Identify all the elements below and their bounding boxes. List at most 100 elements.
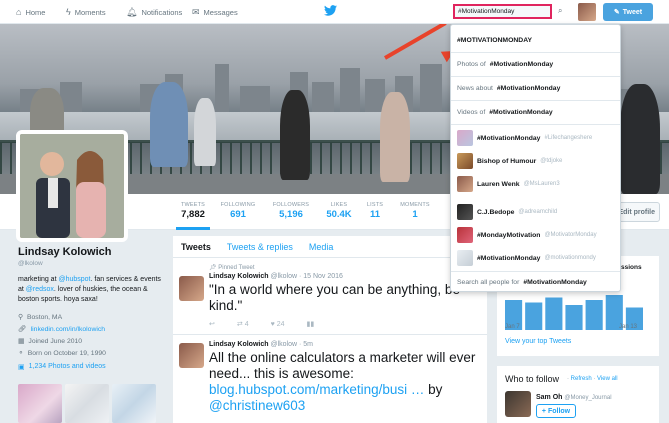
stat-label: Following <box>220 202 256 208</box>
stat-moments[interactable]: Moments 1 <box>396 202 434 220</box>
photos-videos-link[interactable]: ▣ 1,234 Photos and videos <box>18 363 163 371</box>
analytics-icon[interactable]: ▮▮ <box>307 320 315 328</box>
who-to-follow-title: Who to follow <box>505 374 560 384</box>
suggested-user-handle: @Money_Journal <box>564 395 612 401</box>
stat-tweets[interactable]: Tweets 7,882 <box>176 202 210 230</box>
follow-button[interactable]: + Follow <box>536 404 576 418</box>
account-suggestion[interactable]: C.J.Bedope @adreamchild <box>451 203 620 221</box>
tweet-body: All the online calculators a marketer wi… <box>209 350 476 381</box>
pinned-tweet[interactable]: 📌︎ Pinned Tweet Lindsay Kolowich @lkolow… <box>173 258 487 335</box>
photos-query: #MotivationMonday <box>489 60 554 68</box>
tweet-author[interactable]: Lindsay Kolowich <box>209 273 269 280</box>
search-all-prefix: Search all people for <box>457 278 520 286</box>
tweet-text: "In a world where you can be anything, b… <box>209 282 460 313</box>
search-videos-of[interactable]: Videos of #MotivationMonday <box>451 105 620 119</box>
retweet-button[interactable]: ⇄ 4 <box>237 320 249 328</box>
impressions-bar[interactable] <box>545 297 563 331</box>
query-heading: #MOTIVATIONMONDAY <box>457 36 533 44</box>
account-suggestion[interactable]: #MotivationMonday @motivationmondy <box>451 249 620 267</box>
location-text: Boston, MA <box>26 313 63 321</box>
nav-moments[interactable]: ϟ Moments <box>66 0 106 24</box>
suggested-user-avatar[interactable] <box>505 391 531 417</box>
website-link[interactable]: linkedin.com/in/lkolowich <box>31 326 105 333</box>
search-all-people[interactable]: Search all people for #MotivationMonday <box>451 275 620 289</box>
media-thumbnail[interactable] <box>112 384 156 423</box>
nav-moments-label: Moments <box>74 7 106 17</box>
profile-bio: marketing at @hubspot. fan services & ev… <box>18 275 163 305</box>
nav-home[interactable]: ⌂ Home <box>16 0 45 24</box>
account-handle: @motivationmondy <box>544 255 596 261</box>
stat-lists[interactable]: Lists 11 <box>362 202 388 220</box>
tab-media[interactable]: Media <box>309 242 334 252</box>
tweet-meta: @lkolow · 15 Nov 2016 <box>270 273 343 280</box>
bio-mention-redsox[interactable]: @redsox <box>26 286 54 293</box>
profile-avatar[interactable] <box>16 130 128 242</box>
stat-value: 11 <box>369 209 381 220</box>
search-suggestion-query[interactable]: #MOTIVATIONMONDAY <box>451 33 620 47</box>
search-news-about[interactable]: News about #MotivationMonday <box>451 81 620 95</box>
account-suggestion[interactable]: #MondayMotivation @MotivatorMonday <box>451 226 620 244</box>
like-button[interactable]: ♥ 24 <box>271 321 285 328</box>
impressions-bar[interactable] <box>565 305 583 330</box>
tweet-body: by <box>424 382 443 397</box>
search-suggestions-dropdown: #MOTIVATIONMONDAY Photos of #MotivationM… <box>450 24 621 292</box>
runner-figure <box>150 82 188 167</box>
quill-icon: ✎ <box>613 9 620 16</box>
runner-figure <box>280 90 310 180</box>
heart-icon: ♥ <box>270 320 275 328</box>
photos-prefix: Photos of <box>457 60 486 68</box>
videos-prefix: Videos of <box>457 108 486 116</box>
hashtag-suggestion[interactable]: #MotivationMonday #Lifechangeshere <box>451 129 620 147</box>
top-tweets-link[interactable]: View your top Tweets <box>505 338 571 345</box>
nav-notifications-label: Notifications <box>141 7 183 17</box>
divider <box>451 271 620 272</box>
tweet[interactable]: Lindsay Kolowich @lkolow · 5m All the on… <box>173 335 487 420</box>
runner-figure <box>380 92 410 182</box>
tweet-mention[interactable]: @christinew603 <box>209 398 305 413</box>
search-icon[interactable]: ⌕ <box>558 6 562 16</box>
suggested-user[interactable]: Sam Oh @Money_Journal <box>536 394 612 401</box>
tweet-avatar[interactable] <box>179 276 204 301</box>
media-thumbnail[interactable] <box>18 384 62 423</box>
tweet-link[interactable]: blog.hubspot.com/marketing/busi … <box>209 382 424 397</box>
search-photos-of[interactable]: Photos of #MotivationMonday <box>451 57 620 71</box>
joined-text: Joined June 2010 <box>28 337 83 345</box>
divider <box>451 52 620 53</box>
stat-following[interactable]: Following 691 <box>218 202 258 220</box>
nav-messages[interactable]: ✉ Messages <box>192 0 238 24</box>
impressions-bar[interactable] <box>525 302 543 331</box>
account-avatar[interactable] <box>578 3 596 21</box>
tab-tweets[interactable]: Tweets <box>181 242 211 252</box>
account-handle: @MsLauren3 <box>523 181 560 187</box>
tweet-author[interactable]: Lindsay Kolowich <box>209 341 269 348</box>
media-thumbnail[interactable] <box>65 384 109 423</box>
search-input[interactable]: #MotivationMonday <box>453 4 552 19</box>
impressions-bar[interactable] <box>585 300 603 330</box>
stat-label: Lists <box>366 202 384 208</box>
account-suggestion[interactable]: Lauren Wenk @MsLauren3 <box>451 175 620 193</box>
camera-icon: ▣ <box>18 364 25 371</box>
divider <box>451 76 620 77</box>
tweet-avatar[interactable] <box>179 343 204 368</box>
location-row: ⚲ Boston, MA <box>18 313 163 322</box>
tweet-header: Lindsay Kolowich @lkolow · 15 Nov 2016 <box>209 273 479 280</box>
tweet-header: Lindsay Kolowich @lkolow · 5m <box>209 341 479 348</box>
stat-value: 5,196 <box>279 209 303 220</box>
nav-home-label: Home <box>25 7 46 17</box>
divider <box>451 124 620 125</box>
view-all-link[interactable]: View all <box>597 376 618 382</box>
profile-handle: @lkolow <box>18 260 43 267</box>
bio-mention-hubspot[interactable]: @hubspot <box>58 276 90 283</box>
refresh-link[interactable]: Refresh <box>571 376 592 382</box>
twitter-bird-icon[interactable] <box>324 4 337 19</box>
account-suggestion[interactable]: Bishop of Humour @tdjoke <box>451 152 620 170</box>
compose-tweet-button[interactable]: ✎ Tweet <box>603 3 653 21</box>
tweet-timeline: Tweets Tweets & replies Media 📌︎ Pinned … <box>173 236 487 423</box>
stat-likes[interactable]: Likes 50.4K <box>322 202 356 220</box>
reply-icon[interactable]: ↩ <box>209 320 215 328</box>
pinned-label: 📌︎ Pinned Tweet <box>209 264 479 271</box>
tab-tweets-replies[interactable]: Tweets & replies <box>227 242 293 252</box>
divider <box>451 100 620 101</box>
stat-followers[interactable]: Followers 5,196 <box>270 202 312 220</box>
nav-notifications[interactable]: 🔔︎ Notifications <box>126 0 182 24</box>
